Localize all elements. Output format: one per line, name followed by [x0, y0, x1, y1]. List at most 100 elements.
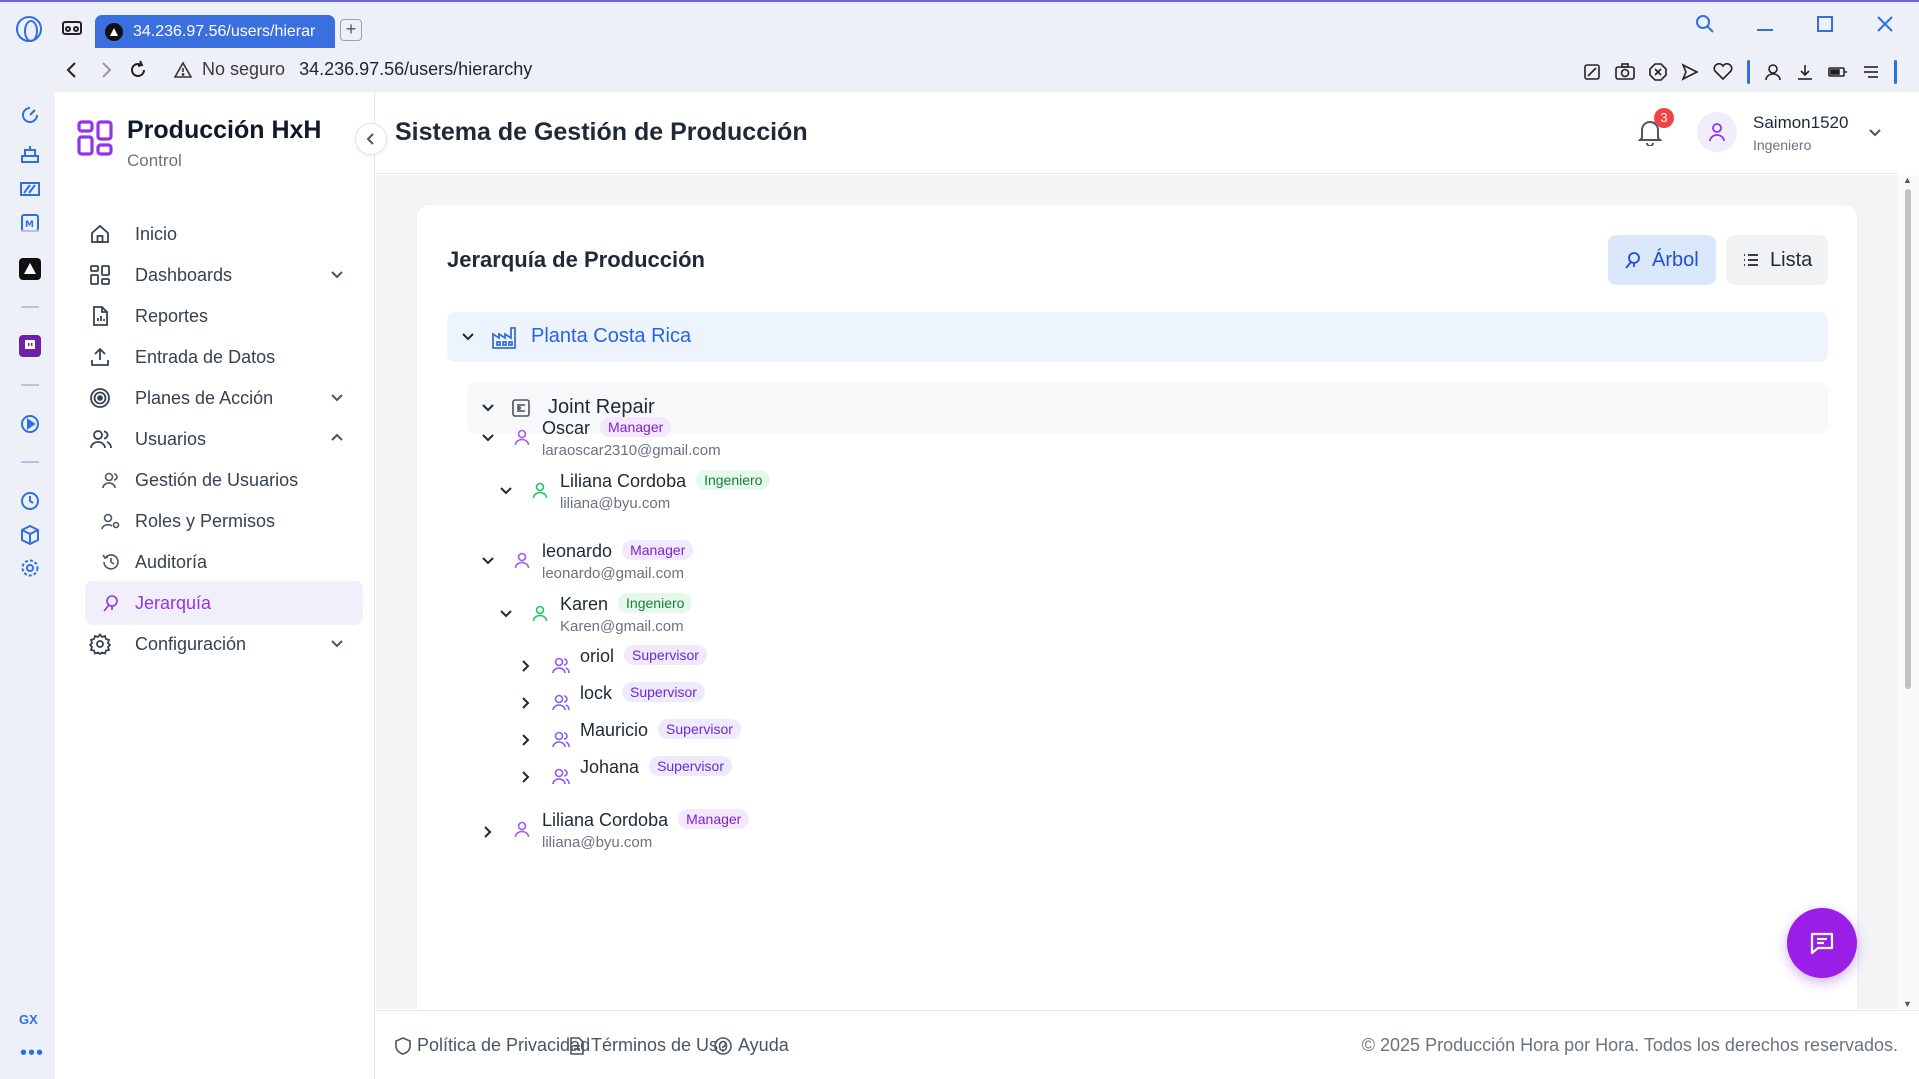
gx-label[interactable]: GX — [19, 1012, 38, 1027]
panel-divider — [21, 230, 39, 232]
tree-node-user[interactable]: Karen Ingeniero Karen@gmail.com — [497, 593, 897, 637]
edit-page-icon[interactable] — [1583, 63, 1601, 81]
brand[interactable]: Producción HxH Control — [77, 116, 321, 171]
profile-icon[interactable] — [1764, 63, 1782, 81]
twitch-icon[interactable] — [19, 335, 41, 357]
maximize-icon[interactable] — [1815, 14, 1835, 34]
browser-logo-icon[interactable] — [16, 16, 42, 42]
avatar[interactable] — [1697, 112, 1737, 152]
new-tab-button[interactable]: + — [340, 19, 362, 41]
download-icon[interactable] — [1796, 63, 1814, 81]
settings-gear-icon[interactable] — [19, 557, 41, 579]
tree-node-user[interactable]: Liliana Cordoba Manager liliana@byu.com — [479, 809, 879, 853]
brand-title: Producción HxH — [127, 116, 322, 144]
tree-node-user[interactable]: Liliana Cordoba Ingeniero liliana@byu.com — [497, 470, 897, 514]
speed-dial-icon[interactable] — [19, 104, 41, 126]
heart-icon[interactable] — [1713, 63, 1733, 81]
scroll-down-icon[interactable]: ▼ — [1903, 999, 1912, 1009]
nav-item-configuracion[interactable]: Configuración — [65, 622, 363, 666]
chevron-down-icon[interactable] — [1867, 124, 1883, 140]
list-icon — [1742, 251, 1760, 269]
chevron-right-icon[interactable] — [479, 823, 497, 841]
terms-link[interactable]: Términos de Uso — [569, 1035, 728, 1056]
player-icon[interactable] — [19, 413, 41, 435]
nav-label-entrada: Entrada de Datos — [135, 346, 276, 367]
terms-label: Términos de Uso — [591, 1035, 729, 1055]
send-icon[interactable] — [1681, 63, 1699, 81]
panel-divider — [21, 461, 39, 463]
nav-item-reportes[interactable]: Reportes — [65, 294, 363, 338]
tree-node-user[interactable]: lock Supervisor — [517, 682, 917, 712]
users-group-icon — [551, 730, 571, 748]
help-link[interactable]: Ayuda — [714, 1035, 789, 1056]
line-name: Joint Repair — [548, 396, 655, 418]
user-node-email: laraoscar2310@gmail.com — [542, 442, 721, 459]
nav-item-usuarios[interactable]: Usuarios — [65, 417, 363, 461]
gx-control-icon[interactable] — [19, 144, 41, 166]
reload-icon[interactable] — [128, 60, 148, 80]
privacy-label: Política de Privacidad — [417, 1035, 591, 1055]
user-node-name: Johana Supervisor — [580, 756, 732, 778]
scrollbar-thumb[interactable] — [1905, 189, 1911, 689]
scroll-up-icon[interactable]: ▲ — [1903, 175, 1912, 185]
tab-islands-icon[interactable] — [62, 20, 82, 36]
chat-button[interactable] — [1787, 908, 1857, 978]
tree-node-user[interactable]: leonardo Manager leonardo@gmail.com — [479, 540, 879, 584]
url-field[interactable]: No seguro 34.236.97.56/users/hierarchy — [174, 59, 532, 80]
nav-label-planes: Planes de Acción — [135, 387, 274, 408]
settings-icon — [89, 633, 111, 655]
privacy-link[interactable]: Política de Privacidad — [395, 1035, 590, 1056]
history-clock-icon — [101, 553, 121, 571]
nav-label-auditoria: Auditoría — [135, 551, 208, 572]
nav-item-jerarquia[interactable]: Jerarquía — [85, 581, 363, 625]
minimize-icon[interactable] — [1755, 14, 1775, 34]
chevron-right-icon[interactable] — [517, 694, 535, 712]
chevron-right-icon[interactable] — [517, 731, 535, 749]
chevron-down-icon[interactable] — [479, 552, 497, 570]
nav-item-roles[interactable]: Roles y Permisos — [85, 499, 363, 543]
chevron-right-icon[interactable] — [517, 657, 535, 675]
nav-item-gestion-usuarios[interactable]: Gestión de Usuarios — [85, 458, 363, 502]
tree-node-user[interactable]: Mauricio Supervisor — [517, 719, 917, 749]
sidebar-collapse-button[interactable] — [355, 123, 387, 155]
tree-node-user[interactable]: Johana Supervisor — [517, 756, 917, 786]
browser-tab-active[interactable]: 34.236.97.56/users/hierar — [95, 15, 335, 48]
forward-icon[interactable] — [96, 60, 116, 80]
users-group-icon — [551, 693, 571, 711]
nav-item-inicio[interactable]: Inicio — [65, 212, 363, 256]
corner-icon[interactable] — [19, 178, 41, 200]
tree-node-user[interactable]: oriol Supervisor — [517, 645, 917, 675]
extensions-cube-icon[interactable] — [19, 524, 41, 546]
chevron-down-icon[interactable] — [479, 399, 497, 417]
nav-item-auditoria[interactable]: Auditoría — [85, 540, 363, 584]
close-window-icon[interactable] — [1875, 14, 1895, 34]
more-options-icon[interactable]: ••• — [20, 1042, 44, 1065]
nav-item-planes[interactable]: Planes de Acción — [65, 376, 363, 420]
user-name[interactable]: Saimon1520 — [1753, 113, 1848, 133]
chevron-down-icon[interactable] — [497, 482, 515, 500]
back-icon[interactable] — [62, 60, 82, 80]
nav-item-dashboards[interactable]: Dashboards — [65, 253, 363, 297]
menu-icon[interactable] — [1862, 63, 1880, 81]
app-launcher-icon[interactable] — [19, 258, 41, 280]
chevron-down-icon[interactable] — [479, 429, 497, 447]
users-group-icon — [551, 656, 571, 674]
history-icon[interactable] — [19, 490, 41, 512]
content-scrollbar[interactable]: ▲ ▼ — [1898, 175, 1919, 1009]
tree-view-button[interactable]: Árbol — [1608, 235, 1716, 285]
shield-icon — [395, 1036, 411, 1055]
user-node-email: leonardo@gmail.com — [542, 565, 684, 582]
tree-node-user[interactable]: Oscar Manager laraoscar2310@gmail.com — [479, 417, 879, 461]
chevron-down-icon[interactable] — [459, 328, 477, 346]
chevron-right-icon[interactable] — [517, 768, 535, 786]
battery-icon[interactable] — [1828, 63, 1848, 81]
nav-item-entrada-datos[interactable]: Entrada de Datos — [65, 335, 363, 379]
adblock-icon[interactable] — [1649, 63, 1667, 81]
user-role: Ingeniero — [1753, 137, 1812, 153]
list-view-button[interactable]: Lista — [1726, 235, 1828, 285]
tree-node-plant[interactable]: Planta Costa Rica — [447, 312, 1828, 362]
camera-icon[interactable] — [1615, 63, 1635, 81]
help-icon — [714, 1036, 732, 1055]
search-tabs-icon[interactable] — [1695, 14, 1715, 34]
chevron-down-icon[interactable] — [497, 605, 515, 623]
